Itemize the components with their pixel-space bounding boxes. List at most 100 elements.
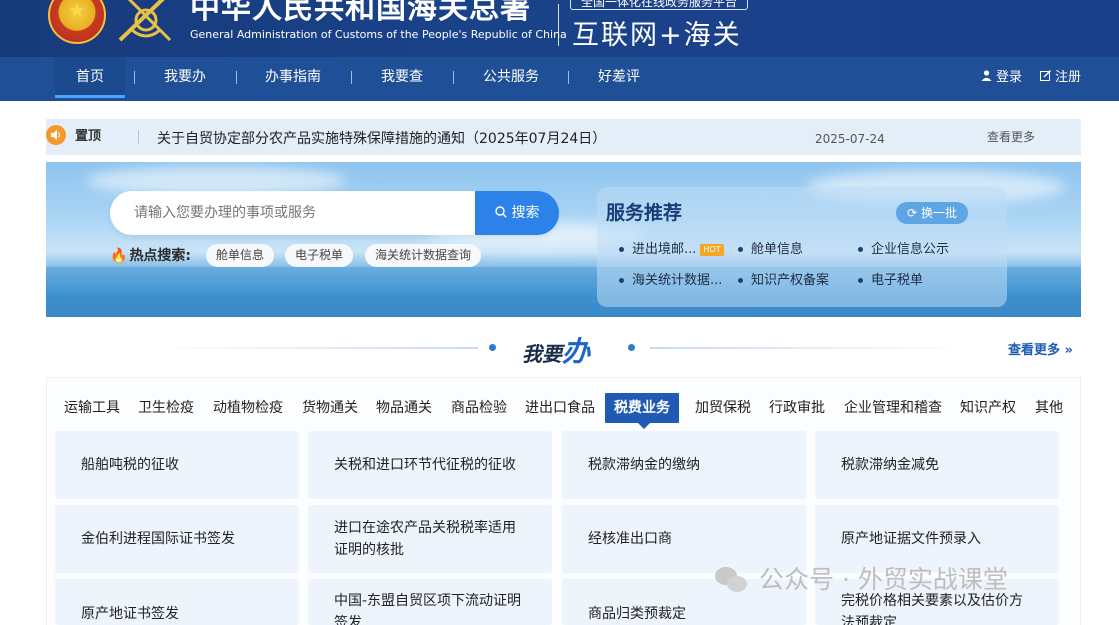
refresh-icon: ⟳ xyxy=(907,206,918,220)
section-more-link[interactable]: 查看更多 » xyxy=(1008,339,1073,358)
login-label: 登录 xyxy=(996,70,1023,85)
national-emblem-logo: ★ xyxy=(48,0,106,44)
service-card[interactable]: 税款滞纳金减免 xyxy=(815,431,1059,499)
service-card[interactable]: 金伯利进程国际证书签发 xyxy=(55,505,299,573)
section-divider-line xyxy=(160,347,478,349)
nav-separator xyxy=(236,71,237,84)
tab-health-quarantine[interactable]: 卫生检疫 xyxy=(138,393,194,423)
service-item[interactable]: 电子税单 xyxy=(858,271,923,291)
tab-food[interactable]: 进出口食品 xyxy=(525,393,595,423)
service-item-label: 企业信息公示 xyxy=(871,242,950,257)
main-nav: 首页 我要办 办事指南 我要查 公共服务 好差评 登录 注册 xyxy=(0,57,1119,101)
tab-plant-animal-quarantine[interactable]: 动植物检疫 xyxy=(213,393,283,423)
nav-item-guide[interactable]: 办事指南 xyxy=(265,57,321,98)
user-icon xyxy=(981,70,992,81)
tab-other[interactable]: 其他 xyxy=(1035,393,1063,423)
refresh-label: 换一批 xyxy=(920,206,957,220)
nav-item-public-service[interactable]: 公共服务 xyxy=(483,57,539,98)
tab-approval[interactable]: 行政审批 xyxy=(769,393,825,423)
tab-enterprise-management[interactable]: 企业管理和稽查 xyxy=(844,393,942,423)
hot-tag-statistics[interactable]: 海关统计数据查询 xyxy=(365,244,482,267)
site-title-en: General Administration of Customs of the… xyxy=(190,28,567,41)
service-item[interactable]: 企业信息公示 xyxy=(858,240,949,260)
service-item-label: 知识产权备案 xyxy=(751,273,830,288)
hot-tag-tax-bill[interactable]: 电子税单 xyxy=(285,244,354,267)
tab-tax[interactable]: 税费业务 xyxy=(605,393,679,423)
service-card[interactable]: 中国-东盟自贸区项下流动证明签发 xyxy=(308,579,552,625)
service-recommend-title: 服务推荐 xyxy=(606,202,683,224)
site-header: ★ 中华人民共和国海关总署 General Administration of … xyxy=(0,0,1119,57)
search-icon xyxy=(494,206,507,218)
service-card[interactable]: 原产地证书签发 xyxy=(55,579,299,625)
nav-separator xyxy=(453,71,454,84)
service-item[interactable]: 舱单信息 xyxy=(738,240,803,260)
tab-cargo-clearance[interactable]: 货物通关 xyxy=(302,393,358,423)
section-title-a: 我要 xyxy=(522,342,562,366)
nav-separator xyxy=(568,71,569,84)
nav-item-home[interactable]: 首页 xyxy=(55,57,125,98)
hot-badge: HOT xyxy=(700,243,724,256)
nav-item-query[interactable]: 我要查 xyxy=(381,57,423,98)
speaker-icon xyxy=(46,125,66,145)
wechat-icon xyxy=(715,567,749,595)
fire-icon: 🔥 xyxy=(110,248,128,264)
service-card[interactable]: 关税和进口环节代征税的征收 xyxy=(308,431,552,499)
section-dot xyxy=(628,344,635,351)
nav-separator xyxy=(134,71,135,84)
notice-more-link[interactable]: 查看更多 xyxy=(987,119,1035,155)
pinned-label: 置顶 xyxy=(75,129,102,144)
tab-inspection[interactable]: 商品检验 xyxy=(451,393,507,423)
search-box: 搜索 xyxy=(110,191,559,235)
service-card[interactable]: 船舶吨税的征收 xyxy=(55,431,299,499)
search-banner: 搜索 🔥热点搜索: 舱单信息 电子税单 海关统计数据查询 服务推荐 ⟳ 换一批 … xyxy=(46,162,1081,317)
hot-search-label-text: 热点搜索: xyxy=(129,248,192,264)
bullet-icon xyxy=(858,247,863,252)
search-button[interactable]: 搜索 xyxy=(475,191,559,235)
header-divider xyxy=(558,4,559,46)
edit-icon xyxy=(1040,70,1051,81)
nav-item-rating[interactable]: 好差评 xyxy=(598,57,640,98)
section-title-b: 办 xyxy=(562,335,591,368)
register-link[interactable]: 注册 xyxy=(1040,57,1081,98)
nav-separator xyxy=(351,71,352,84)
bullet-icon xyxy=(619,247,624,252)
notice-divider xyxy=(138,130,139,144)
platform-subtitle: 全国一体化在线政务服务平台 xyxy=(570,0,748,10)
section-title: 我要办 xyxy=(522,330,590,370)
active-tab-pointer xyxy=(638,423,650,429)
hot-tag-manifest[interactable]: 舱单信息 xyxy=(206,244,275,267)
tab-goods-clearance[interactable]: 物品通关 xyxy=(376,393,432,423)
hot-search-label: 🔥 热点搜索: xyxy=(110,245,191,267)
bullet-icon xyxy=(738,278,743,283)
service-item[interactable]: 进出境邮... HOT xyxy=(619,240,724,260)
pinned-notice-bar: 置顶 关于自贸协定部分农产品实施特殊保障措施的通知（2025年07月24日） 2… xyxy=(46,119,1081,155)
search-input[interactable] xyxy=(134,191,464,235)
bullet-icon xyxy=(858,278,863,283)
service-item-label: 海关统计数据... xyxy=(632,273,723,288)
service-card[interactable]: 进口在途农产品关税税率适用证明的核批 xyxy=(308,505,552,573)
login-link[interactable]: 登录 xyxy=(981,57,1022,98)
tab-bonded[interactable]: 加贸保税 xyxy=(695,393,751,423)
refresh-button[interactable]: ⟳ 换一批 xyxy=(896,202,968,224)
tab-transport[interactable]: 运输工具 xyxy=(64,393,120,423)
customs-emblem-logo xyxy=(118,0,172,42)
bullet-icon xyxy=(738,247,743,252)
service-item-label: 舱单信息 xyxy=(751,242,804,257)
notice-link[interactable]: 关于自贸协定部分农产品实施特殊保障措施的通知（2025年07月24日） xyxy=(157,119,606,159)
nav-item-do[interactable]: 我要办 xyxy=(164,57,206,98)
service-item[interactable]: 海关统计数据... xyxy=(619,271,722,291)
service-item-label: 电子税单 xyxy=(871,273,924,288)
service-item[interactable]: 知识产权备案 xyxy=(738,271,829,291)
search-button-label: 搜索 xyxy=(511,205,540,221)
platform-title: 互联网+海关 xyxy=(572,20,742,51)
service-item-label: 进出境邮... xyxy=(632,242,697,257)
notice-date: 2025-07-24 xyxy=(815,132,885,146)
wechat-watermark: 公众号 · 外贸实战课堂 xyxy=(715,563,1008,597)
register-label: 注册 xyxy=(1055,70,1082,85)
site-title-cn: 中华人民共和国海关总署 xyxy=(190,0,531,26)
service-card[interactable]: 税款滞纳金的缴纳 xyxy=(562,431,806,499)
section-divider-line xyxy=(650,347,968,349)
section-dot xyxy=(489,344,496,351)
watermark-text: 公众号 · 外贸实战课堂 xyxy=(759,565,1008,594)
tab-ip[interactable]: 知识产权 xyxy=(960,393,1016,423)
